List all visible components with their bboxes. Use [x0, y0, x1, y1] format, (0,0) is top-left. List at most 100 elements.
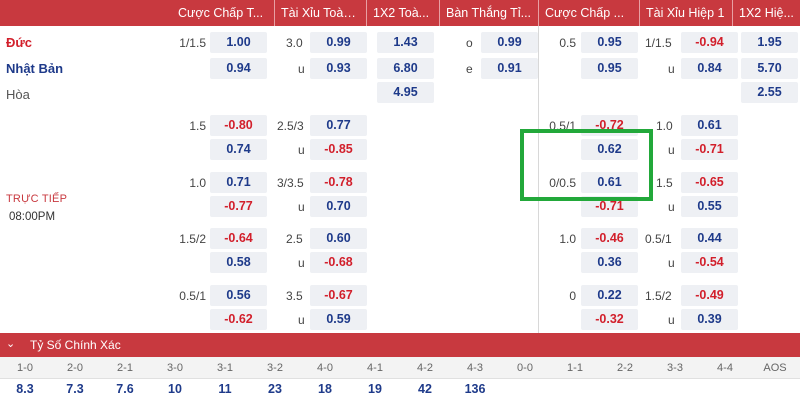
- h1-ou-odds[interactable]: -0.49: [681, 285, 738, 306]
- score-odds[interactable]: 10: [150, 379, 200, 400]
- chevron-down-icon[interactable]: ⌄: [6, 337, 15, 350]
- score-label: 4-0: [317, 362, 333, 374]
- header-ft-over-under[interactable]: Tài Xỉu Toàn ...: [275, 0, 366, 26]
- header-h1-over-under[interactable]: Tài Xỉu Hiệp 1: [640, 0, 732, 26]
- h1-ou-odds[interactable]: 0.84: [681, 58, 738, 79]
- correct-score-header-row: 1-0 2-0 2-1 3-0 3-1 3-2 4-0 4-1 4-2 4-3 …: [0, 357, 800, 379]
- score-label: 4-4: [717, 362, 733, 374]
- ft-ou-odds[interactable]: -0.68: [310, 252, 367, 273]
- score-odds[interactable]: 42: [400, 379, 450, 400]
- correct-score-odds-row: 8.3 7.3 7.6 10 11 23 18 19 42 136: [0, 379, 800, 400]
- ft-ou-odds[interactable]: 0.77: [310, 115, 367, 136]
- ft-handicap-line: 0.5/1: [179, 289, 206, 303]
- ft-handicap-line: 1/1.5: [179, 36, 206, 50]
- correct-score-title: Tỷ Số Chính Xác: [30, 338, 121, 352]
- score-odds[interactable]: 8.3: [0, 379, 50, 400]
- h1-handicap-odds[interactable]: -0.32: [581, 309, 638, 330]
- h1-handicap-odds[interactable]: 0.36: [581, 252, 638, 273]
- ft-ou-odds[interactable]: -0.78: [310, 172, 367, 193]
- ft-1x2-home-odds[interactable]: 1.43: [377, 32, 434, 53]
- score-label: 1-0: [17, 362, 33, 374]
- ft-handicap-line: 1.5: [189, 119, 206, 133]
- h1-1x2-draw-odds[interactable]: 2.55: [741, 82, 798, 103]
- ft-handicap-odds[interactable]: 0.74: [210, 139, 267, 160]
- away-team: Nhật Bản: [6, 61, 64, 76]
- h1-handicap-odds[interactable]: -0.46: [581, 228, 638, 249]
- h1-handicap-odds[interactable]: 0.22: [581, 285, 638, 306]
- ft-handicap-odds[interactable]: 0.58: [210, 252, 267, 273]
- ft-handicap-odds[interactable]: -0.80: [210, 115, 267, 136]
- match-time: 08:00PM: [9, 211, 56, 223]
- ft-handicap-odds[interactable]: 0.71: [210, 172, 267, 193]
- h1-1x2-away-odds[interactable]: 5.70: [741, 58, 798, 79]
- h1-ou-odds[interactable]: -0.54: [681, 252, 738, 273]
- even-odds[interactable]: 0.91: [481, 58, 538, 79]
- score-odds[interactable]: 18: [300, 379, 350, 400]
- score-label: 2-2: [617, 362, 633, 374]
- score-label: 1-1: [567, 362, 583, 374]
- odd-odds[interactable]: 0.99: [481, 32, 538, 53]
- ft-handicap-odds[interactable]: -0.64: [210, 228, 267, 249]
- header-odd-even[interactable]: Bàn Thắng Tỉ...: [440, 0, 538, 26]
- ft-ou-odds[interactable]: 0.99: [310, 32, 367, 53]
- home-team: Đức: [6, 35, 33, 50]
- h1-ou-odds[interactable]: 0.39: [681, 309, 738, 330]
- score-odds[interactable]: 19: [350, 379, 400, 400]
- h1-handicap-line: 0: [569, 289, 576, 303]
- highlight-box: [520, 129, 653, 201]
- score-label: 4-2: [417, 362, 433, 374]
- score-label: 4-3: [467, 362, 483, 374]
- ft-handicap-line: 1.5/2: [179, 232, 206, 246]
- header-h1-1x2[interactable]: 1X2 Hiệ...: [733, 0, 800, 26]
- ft-handicap-line: 1.0: [189, 176, 206, 190]
- ft-handicap-odds[interactable]: 0.56: [210, 285, 267, 306]
- ft-handicap-odds[interactable]: -0.62: [210, 309, 267, 330]
- ft-handicap-odds[interactable]: 0.94: [210, 58, 267, 79]
- score-label: 2-0: [67, 362, 83, 374]
- score-label: 2-1: [117, 362, 133, 374]
- ft-ou-line: 2.5/3: [277, 119, 304, 133]
- score-label: 3-1: [217, 362, 233, 374]
- h1-ou-odds[interactable]: 0.44: [681, 228, 738, 249]
- correct-score-bar[interactable]: ⌄ Tỷ Số Chính Xác: [0, 333, 800, 357]
- h1-1x2-home-odds[interactable]: 1.95: [741, 32, 798, 53]
- market-header: Cược Chấp T... Tài Xỉu Toàn ... 1X2 Toà.…: [0, 0, 800, 26]
- ft-handicap-odds[interactable]: -0.77: [210, 196, 267, 217]
- ft-ou-odds[interactable]: -0.67: [310, 285, 367, 306]
- score-odds[interactable]: 136: [450, 379, 500, 400]
- ft-1x2-away-odds[interactable]: 6.80: [377, 58, 434, 79]
- ft-ou-odds[interactable]: 0.70: [310, 196, 367, 217]
- h1-handicap-line: 1.0: [559, 232, 576, 246]
- h1-ou-line: 0.5/1: [645, 232, 672, 246]
- score-odds[interactable]: 11: [200, 379, 250, 400]
- ft-ou-odds[interactable]: -0.85: [310, 139, 367, 160]
- ft-ou-line: 3/3.5: [277, 176, 304, 190]
- h1-handicap-odds[interactable]: 0.95: [581, 32, 638, 53]
- score-odds[interactable]: 7.6: [100, 379, 150, 400]
- ft-handicap-odds[interactable]: 1.00: [210, 32, 267, 53]
- odds-table: Đức Nhật Bản Hòa TRỰC TIẾP 08:00PM 1/1.5…: [0, 26, 800, 338]
- h1-handicap-odds[interactable]: 0.95: [581, 58, 638, 79]
- ft-ou-odds[interactable]: 0.60: [310, 228, 367, 249]
- ft-1x2-draw-odds[interactable]: 4.95: [377, 82, 434, 103]
- score-label: 3-3: [667, 362, 683, 374]
- h1-ou-odds[interactable]: -0.65: [681, 172, 738, 193]
- score-odds[interactable]: 7.3: [50, 379, 100, 400]
- score-label: 3-0: [167, 362, 183, 374]
- h1-ou-line: 1/1.5: [645, 36, 672, 50]
- header-h1-handicap[interactable]: Cược Chấp ...: [539, 0, 639, 26]
- h1-ou-odds[interactable]: 0.55: [681, 196, 738, 217]
- score-label: 3-2: [267, 362, 283, 374]
- draw-label: Hòa: [6, 87, 30, 102]
- h1-ou-odds[interactable]: -0.71: [681, 139, 738, 160]
- ft-ou-odds[interactable]: 0.93: [310, 58, 367, 79]
- header-ft-handicap[interactable]: Cược Chấp T...: [172, 0, 274, 26]
- live-status: TRỰC TIẾP: [6, 193, 68, 205]
- score-label: 0-0: [517, 362, 533, 374]
- score-odds[interactable]: 23: [250, 379, 300, 400]
- header-blank: [0, 0, 172, 26]
- ft-ou-odds[interactable]: 0.59: [310, 309, 367, 330]
- h1-ou-odds[interactable]: -0.94: [681, 32, 738, 53]
- h1-ou-odds[interactable]: 0.61: [681, 115, 738, 136]
- header-ft-1x2[interactable]: 1X2 Toà...: [367, 0, 439, 26]
